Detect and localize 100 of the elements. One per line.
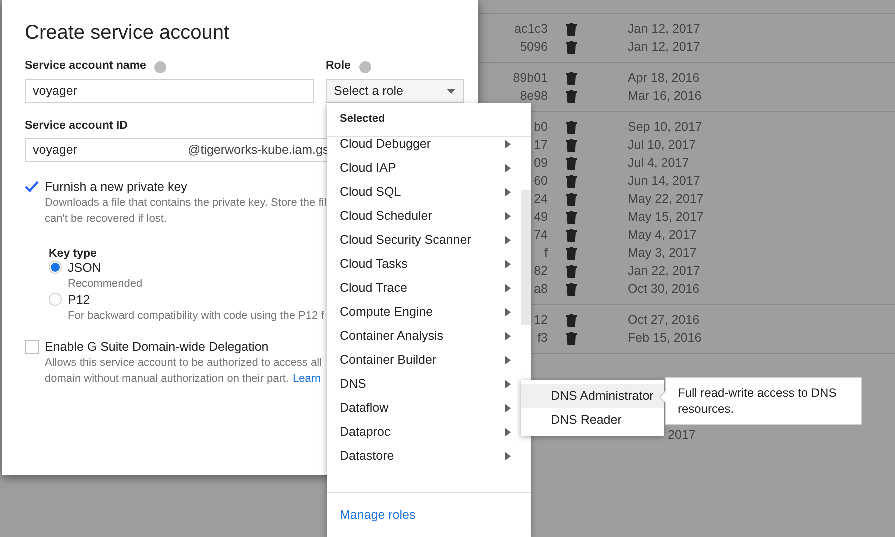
trash-icon[interactable] [566, 22, 577, 36]
menu-item[interactable]: Cloud Tasks [327, 252, 531, 276]
menu-item[interactable]: Container Builder [327, 348, 531, 372]
tooltip: Full read-write access to DNS resources. [665, 377, 862, 425]
checkbox[interactable] [25, 180, 39, 194]
trash-icon[interactable] [566, 138, 577, 152]
submenu-arrow-icon [505, 404, 511, 412]
submenu-item[interactable]: DNS Administrator [521, 384, 664, 408]
description-text: Downloads a file that contains the private key. Store the fil [45, 196, 327, 211]
submenu-arrow-icon [505, 140, 511, 148]
key-id-cell-text: b0 [534, 118, 548, 136]
key-id-cell-text: 5096 [520, 38, 548, 56]
menu-item[interactable]: Datastore [327, 444, 531, 468]
key-id-cell-text: 17 [534, 136, 548, 154]
key-id-cell-text: 24 [534, 190, 548, 208]
dialog-title: Create service account [25, 21, 231, 46]
radio-button[interactable] [49, 261, 62, 274]
role-dropdown[interactable]: Select a role [326, 79, 464, 103]
key-id-cell-text: 12 [534, 312, 548, 329]
radio-label: JSON [68, 260, 102, 276]
scrollbar-thumb[interactable] [521, 190, 531, 325]
menu-item[interactable]: Compute Engine [327, 300, 531, 324]
submenu-arrow-icon [505, 284, 511, 292]
date-cell-text: May 4, 2017 [628, 226, 697, 244]
trash-icon[interactable] [566, 210, 577, 224]
date-cell-text: Jan 12, 2017 [628, 38, 700, 56]
trash-icon[interactable] [566, 332, 577, 344]
key-type-label: Key type [49, 247, 98, 260]
submenu-arrow-icon [505, 212, 511, 220]
key-id-cell-text: 09 [534, 154, 548, 172]
trash-icon[interactable] [566, 120, 577, 134]
trash-icon[interactable] [566, 264, 577, 278]
date-cell-text: Jul 4, 2017 [628, 154, 690, 172]
checkbox[interactable] [25, 340, 39, 354]
trash-icon[interactable] [566, 192, 577, 206]
submenu-arrow-icon [505, 308, 511, 316]
trash-icon[interactable] [566, 282, 577, 296]
checkbox-label: Furnish a new private key [45, 180, 188, 195]
date-cell-text: Oct 27, 2016 [628, 312, 700, 329]
radio-hint: Recommended [68, 277, 143, 292]
date-cell-text: May 3, 2017 [628, 244, 697, 262]
menu-item[interactable]: Cloud Scheduler [327, 204, 531, 228]
dropdown-caret-icon [447, 88, 456, 94]
trash-icon[interactable] [566, 40, 577, 54]
menu-item[interactable]: Cloud SQL [327, 180, 531, 204]
learn-more-link[interactable]: Learn [292, 371, 322, 387]
submenu-arrow-icon [505, 236, 511, 244]
date-cell-text: Feb 15, 2016 [628, 330, 702, 347]
date-cell-text: Jan 22, 2017 [628, 262, 700, 280]
checkbox-label: Enable G Suite Domain-wide Delegation [45, 340, 270, 355]
key-id-cell-text: 74 [534, 226, 548, 244]
date-cell-text: May 22, 2017 [628, 190, 704, 208]
date-cell-text: Apr 18, 2016 [628, 70, 700, 87]
field-label: Service account name [25, 59, 146, 74]
description-text: domain without manual authorization on their part. [45, 372, 289, 387]
key-id-cell-text: 49 [534, 208, 548, 226]
trash-icon[interactable] [566, 174, 577, 188]
key-id-cell-text: f [544, 244, 548, 262]
description-text: can't be recovered if lost. [45, 212, 168, 227]
input-field[interactable]: voyager [25, 79, 314, 103]
radio-hint: For backward compatibility with code using the P12 f [68, 309, 324, 324]
menu-item[interactable]: Container Analysis [327, 324, 531, 348]
description-text: Allows this service account to be authorized to access all [45, 356, 322, 371]
trash-icon[interactable] [566, 228, 577, 242]
date-cell-text: Jun 14, 2017 [628, 172, 700, 190]
key-id-cell-text: f3 [538, 330, 548, 347]
field-label: Service account ID [25, 119, 128, 134]
menu-header: Selected [327, 103, 531, 137]
key-id-cell-text: 82 [534, 262, 548, 280]
radio-label: P12 [68, 292, 92, 308]
key-id-cell-text: a8 [534, 280, 548, 298]
submenu-arrow-icon [505, 332, 511, 340]
submenu-arrow-icon [505, 164, 511, 172]
trash-icon[interactable] [566, 90, 577, 102]
trash-icon[interactable] [566, 72, 577, 84]
trash-icon[interactable] [566, 314, 577, 326]
submenu-arrow-icon [505, 380, 511, 388]
trash-icon[interactable] [566, 246, 577, 260]
date-cell-text: Jan 12, 2017 [628, 20, 700, 38]
radio-button[interactable] [49, 293, 62, 306]
submenu-arrow-icon [505, 260, 511, 268]
submenu-arrow-icon [505, 356, 511, 364]
menu-item[interactable]: Cloud Trace [327, 276, 531, 300]
key-id-cell-text: 89b01 [513, 70, 548, 87]
tooltip-pointer [659, 391, 666, 403]
submenu-arrow-icon [505, 452, 511, 460]
date-cell-text: May 15, 2017 [628, 208, 704, 226]
key-id-cell-text: 8e98 [520, 88, 548, 105]
trash-icon[interactable] [566, 156, 577, 170]
menu-item[interactable]: Cloud Security Scanner [327, 228, 531, 252]
date-cell-text: Jul 10, 2017 [628, 136, 696, 154]
field-label: Role [326, 59, 351, 74]
date-cell-text: Mar 16, 2016 [628, 88, 702, 105]
date-cell-text: Sep 10, 2017 [628, 118, 702, 136]
key-id-cell-text: ac1c3 [514, 20, 548, 38]
domain-suffix: @tigerworks-kube.iam.gs [188, 142, 330, 159]
submenu-arrow-icon [505, 188, 511, 196]
manage-roles-link[interactable]: Manage roles [340, 506, 416, 524]
date-cell-text: Oct 30, 2016 [628, 280, 700, 298]
submenu-arrow-icon [505, 428, 511, 436]
